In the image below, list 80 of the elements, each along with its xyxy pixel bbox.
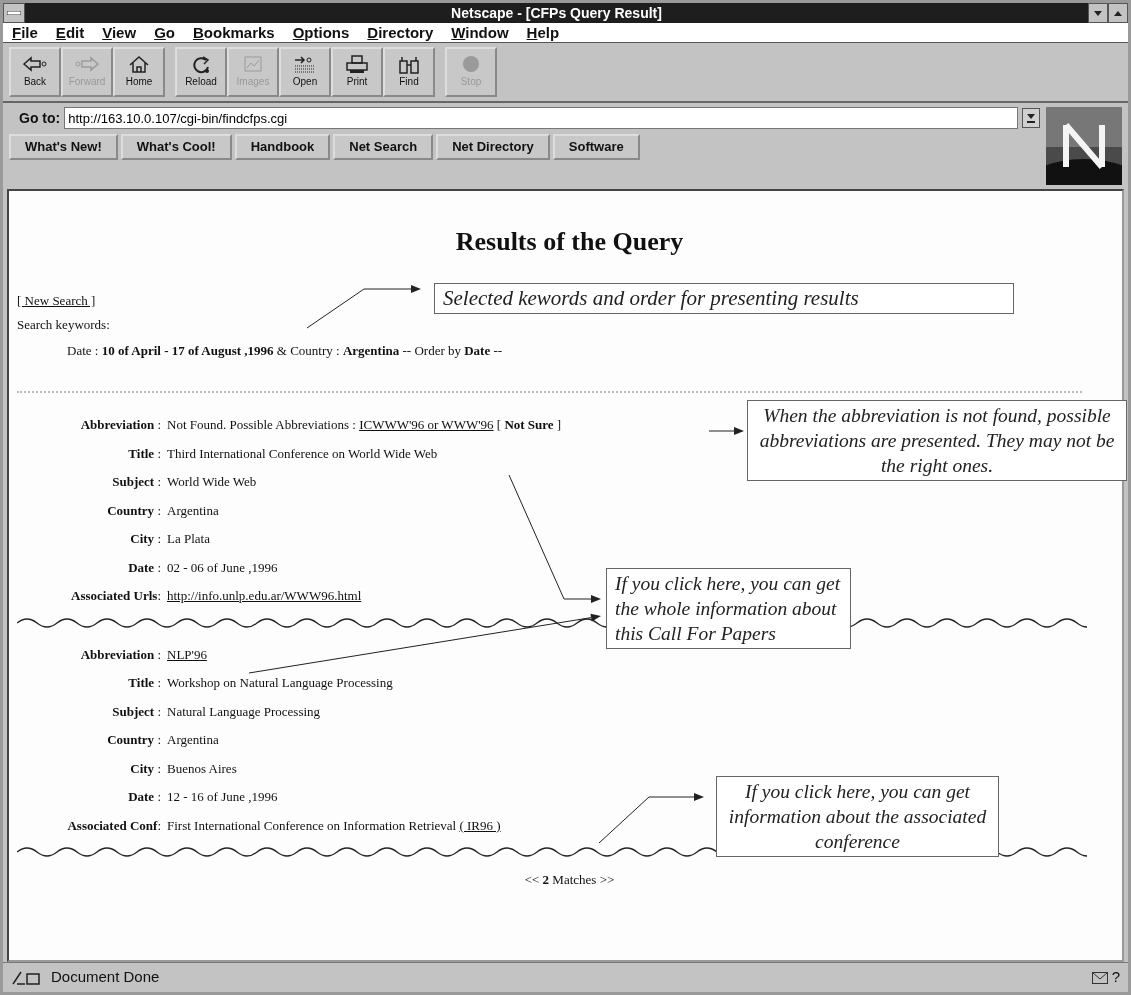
field-value: Natural Language Processing [167,702,321,721]
field-label: Country : [106,501,162,520]
field-value: Workshop on Natural Language Processing [167,674,393,692]
system-menu-button[interactable] [3,3,25,23]
callout-note: Selected kewords and order for presenting results [434,283,1014,314]
toolbar-button[interactable]: Home [113,47,165,97]
field-label: Associated Urls: [70,587,162,605]
field-label: Associated Conf: [66,816,162,835]
menu-item[interactable]: Help [517,23,569,42]
menu-item[interactable]: Bookmarks [183,23,284,42]
binoculars-icon [396,55,422,74]
field-value: First International Conference on Information Retrieval ( IR96 ) [167,816,501,835]
minimize-button[interactable] [1088,3,1108,23]
toolbar-button[interactable]: Reload [175,47,227,97]
field-label: Abbreviation : [79,645,162,664]
toolbar-button[interactable]: Print [331,47,383,97]
field-value: Argentina [167,731,219,749]
menu-item[interactable]: View [93,23,146,42]
leader-arrow [708,427,744,435]
menu-item[interactable]: Options [283,23,359,42]
menu-item[interactable]: File [3,23,47,42]
field-value: 12 - 16 of June ,1996 [167,788,278,806]
status-text: Document Done [51,967,161,988]
maximize-button[interactable] [1108,3,1128,23]
directory-button[interactable]: Handbook [234,134,331,160]
field-value: La Plata [167,530,210,548]
page-heading: Results of the Query [454,226,685,258]
menu-item[interactable]: Directory [358,23,443,42]
down-arrow-icon [1026,113,1036,123]
menu-bar-icon [7,11,21,15]
back-arrow-icon [22,55,48,74]
field-value: Third International Conference on World Wide Web [167,444,438,463]
field-label: Title : [127,674,162,692]
field-value: World Wide Web [167,473,257,491]
callout-note: If you click here, you can get the whole information about this Call For Papers [606,568,851,649]
field-label: Date : [127,558,162,577]
location-label: Go to: [19,108,61,128]
field-label: Abbreviation : [79,416,162,434]
field-label: Title : [127,444,162,463]
field-link[interactable]: http://info.unlp.edu.ar/WWW96.html [167,582,362,611]
down-triangle-icon [1094,10,1102,16]
field-label: Date : [127,788,162,806]
up-triangle-icon [1114,10,1122,16]
callout-note: If you click here, you can get information about the associated conference [716,776,999,857]
field-label: City : [129,530,162,548]
field-value: Buenos Aires [167,759,237,778]
matches-count: << 2 Matches >> [524,872,615,887]
location-field[interactable]: http://163.10.0.107/cgi-bin/findcfps.cgi [64,107,1018,129]
field-value: Not Found. Possible Abbreviations : ICWWW'96 or WWW'96 [ Not Sure ] [167,416,562,434]
directory-button[interactable]: Net Directory [436,134,550,160]
field-link[interactable]: NLP'96 [167,640,207,669]
printer-icon [344,55,370,74]
toolbar-button[interactable]: Find [383,47,435,97]
mail-icon[interactable] [1091,971,1108,984]
window-title: Netscape - [CFPs Query Result] [451,4,662,21]
toolbar-button[interactable]: Open [279,47,331,97]
menu-item[interactable]: Go [145,23,184,42]
directory-button[interactable]: Net Search [333,134,434,160]
dropdown-button[interactable] [1022,108,1040,128]
keywords-label: Search keywords: [17,317,110,332]
field-link[interactable]: ( IR96 ) [459,817,501,833]
logo-icon [1046,107,1122,185]
keywords-summary: Date : 10 of April - 17 of August ,1996 & Country : Argentina -- Order by Date -- [67,343,503,358]
directory-button[interactable]: Software [552,134,640,160]
directory-button[interactable]: What's Cool! [120,134,232,160]
callout-note: When the abbreviation is not found, possible abbreviations are presented. They may not be the right ones. [747,400,1127,481]
help-mark: ? [1111,967,1120,988]
forward-arrow-icon [74,55,100,74]
field-label: Subject : [111,702,162,721]
new-search-link[interactable]: [ New Search ] [17,293,96,308]
menu-item[interactable]: Edit [46,23,94,42]
field-label: City : [129,759,162,778]
directory-button[interactable]: What's New! [9,134,118,160]
field-link[interactable]: ICWWW'96 or WWW'96 [359,417,494,432]
field-label: Subject : [111,473,162,491]
field-value: 02 - 06 of June ,1996 [167,558,278,577]
toolbar-button[interactable]: Back [9,47,61,97]
field-value: Argentina [167,501,219,520]
field-label: Country : [106,731,162,749]
menu-item[interactable]: Window [442,23,518,42]
